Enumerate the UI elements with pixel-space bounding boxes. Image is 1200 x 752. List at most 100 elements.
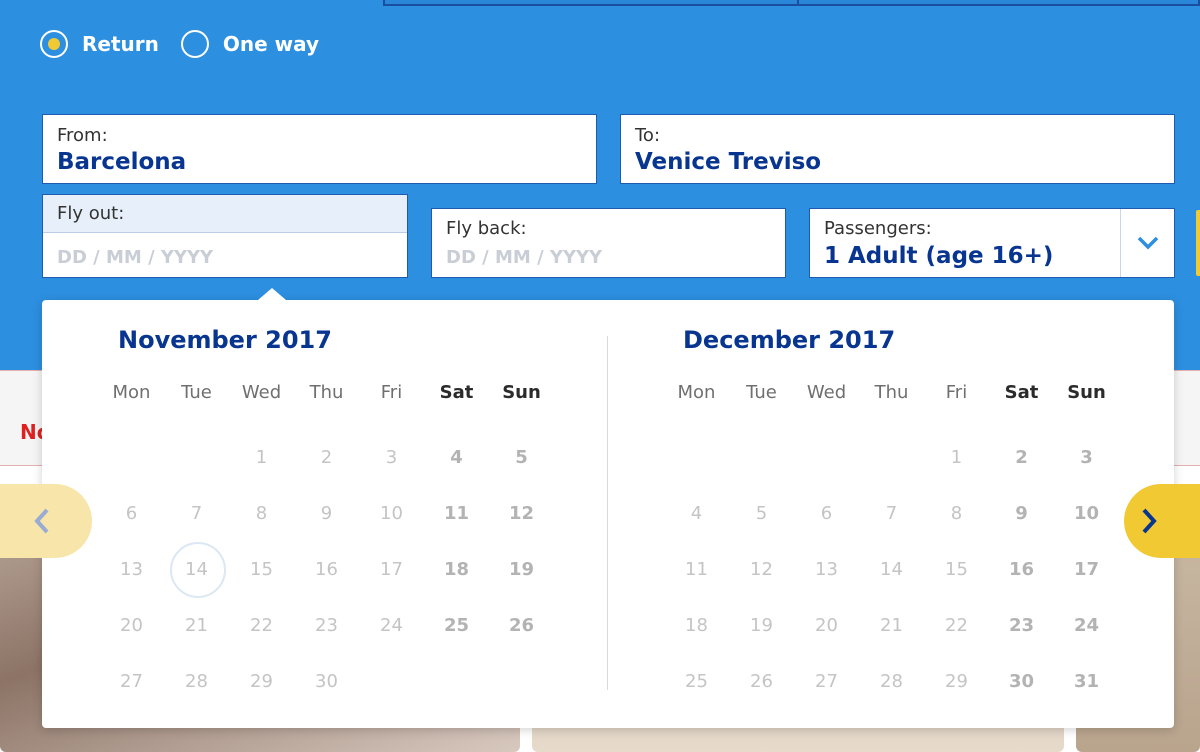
calendar-day[interactable]: 23: [989, 597, 1054, 653]
calendar-day[interactable]: 4: [424, 429, 489, 485]
month-title: November 2017: [118, 326, 332, 354]
calendar-day[interactable]: 1: [924, 429, 989, 485]
calendar-day[interactable]: 15: [924, 541, 989, 597]
calendar-day[interactable]: 24: [1054, 597, 1119, 653]
chevron-left-icon: [34, 508, 49, 534]
calendar-day[interactable]: 2: [294, 429, 359, 485]
weekday-label: Sat: [1004, 382, 1039, 403]
calendar-day[interactable]: 17: [359, 541, 424, 597]
weekday-label: Mon: [677, 382, 716, 403]
to-value[interactable]: Venice Treviso: [635, 149, 821, 175]
calendar-day[interactable]: 29: [229, 653, 294, 709]
calendar-day[interactable]: 15: [229, 541, 294, 597]
calendar-day[interactable]: 20: [99, 597, 164, 653]
calendar-day[interactable]: 27: [794, 653, 859, 709]
weekday-label: Sat: [439, 382, 474, 403]
calendar-day[interactable]: 28: [164, 653, 229, 709]
trip-type-selector: Return One way: [40, 30, 341, 58]
fly-out-input[interactable]: DD / MM / YYYY: [57, 247, 213, 268]
calendar-day[interactable]: 30: [294, 653, 359, 709]
calendar-day[interactable]: 27: [99, 653, 164, 709]
weekday-label: Wed: [241, 382, 282, 403]
calendar-day[interactable]: 3: [1054, 429, 1119, 485]
return-label: Return: [82, 32, 159, 56]
calendar-day[interactable]: 9: [989, 485, 1054, 541]
calendar-day[interactable]: 8: [229, 485, 294, 541]
calendar-day[interactable]: 28: [859, 653, 924, 709]
calendar-day[interactable]: 30: [989, 653, 1054, 709]
weekday-label: Mon: [112, 382, 151, 403]
calendar-day[interactable]: 11: [664, 541, 729, 597]
search-button-edge[interactable]: [1196, 210, 1200, 276]
previous-month-button[interactable]: [0, 484, 92, 558]
calendar-day[interactable]: 3: [359, 429, 424, 485]
calendar-day[interactable]: 12: [729, 541, 794, 597]
calendar-day[interactable]: 5: [489, 429, 554, 485]
calendar-day[interactable]: 13: [794, 541, 859, 597]
calendar-day[interactable]: 7: [859, 485, 924, 541]
radio-unchecked-icon[interactable]: [180, 30, 209, 58]
popup-pointer: [258, 288, 286, 300]
calendar-day[interactable]: 25: [664, 653, 729, 709]
passengers-dropdown-button[interactable]: [1120, 209, 1174, 277]
top-tab-bar: [383, 0, 1200, 6]
from-field[interactable]: From: Barcelona: [42, 114, 597, 184]
weekday-label: Thu: [309, 382, 344, 403]
to-field[interactable]: To: Venice Treviso: [620, 114, 1175, 184]
fly-back-input[interactable]: DD / MM / YYYY: [446, 247, 602, 268]
calendar-day[interactable]: 12: [489, 485, 554, 541]
calendar-day[interactable]: 18: [664, 597, 729, 653]
calendar-day[interactable]: 4: [664, 485, 729, 541]
calendar-day[interactable]: 8: [924, 485, 989, 541]
calendar-day[interactable]: 10: [1054, 485, 1119, 541]
calendar-day[interactable]: 5: [729, 485, 794, 541]
calendar-day[interactable]: 26: [729, 653, 794, 709]
passengers-label: Passengers:: [824, 218, 932, 239]
weekday-header: Mon Tue Wed Thu Fri Sat Sun: [664, 382, 1119, 403]
calendar-day[interactable]: 19: [729, 597, 794, 653]
return-radio[interactable]: Return: [40, 30, 159, 58]
to-label: To:: [635, 125, 661, 146]
calendar-day[interactable]: 22: [924, 597, 989, 653]
calendar-day[interactable]: 6: [794, 485, 859, 541]
passengers-field[interactable]: Passengers: 1 Adult (age 16+): [809, 208, 1175, 278]
calendar-day[interactable]: 23: [294, 597, 359, 653]
from-value[interactable]: Barcelona: [57, 149, 186, 175]
calendar-day[interactable]: 11: [424, 485, 489, 541]
weekday-label: Wed: [806, 382, 847, 403]
fly-back-field[interactable]: Fly back: DD / MM / YYYY: [431, 208, 786, 278]
radio-checked-icon[interactable]: [40, 30, 68, 58]
one-way-radio[interactable]: One way: [180, 30, 319, 58]
weekday-header: Mon Tue Wed Thu Fri Sat Sun: [99, 382, 554, 403]
calendar-day[interactable]: 21: [859, 597, 924, 653]
calendar-day[interactable]: 7: [164, 485, 229, 541]
calendar-day[interactable]: 10: [359, 485, 424, 541]
passengers-value[interactable]: 1 Adult (age 16+): [824, 243, 1053, 269]
calendar-day[interactable]: 29: [924, 653, 989, 709]
calendar-day[interactable]: 26: [489, 597, 554, 653]
calendar-day[interactable]: 20: [794, 597, 859, 653]
next-month-button[interactable]: [1124, 484, 1200, 558]
calendar-day[interactable]: 22: [229, 597, 294, 653]
calendar-day[interactable]: 17: [1054, 541, 1119, 597]
calendar-day[interactable]: 2: [989, 429, 1054, 485]
day-grid: 1 2 3 4 5 6 7 8 9 10 11 12 13 14 15 16 17 18 19 20 21 22 23 24 2…: [99, 429, 554, 709]
weekday-label: Tue: [181, 382, 212, 403]
calendar-day[interactable]: 19: [489, 541, 554, 597]
calendar-day[interactable]: 1: [229, 429, 294, 485]
calendar-day[interactable]: 31: [1054, 653, 1119, 709]
calendar-day[interactable]: 9: [294, 485, 359, 541]
calendar-day[interactable]: 16: [294, 541, 359, 597]
calendar-day[interactable]: 25: [424, 597, 489, 653]
calendar-day[interactable]: 13: [99, 541, 164, 597]
calendar-day[interactable]: 16: [989, 541, 1054, 597]
calendar-day[interactable]: 24: [359, 597, 424, 653]
weekday-label: Tue: [746, 382, 777, 403]
calendar-day[interactable]: 14: [164, 541, 229, 598]
fly-out-field[interactable]: Fly out: DD / MM / YYYY: [42, 194, 408, 278]
calendar-day[interactable]: 14: [859, 541, 924, 597]
calendar-day[interactable]: 21: [164, 597, 229, 653]
chevron-down-icon: [1137, 236, 1158, 250]
calendar-day[interactable]: 6: [99, 485, 164, 541]
calendar-day[interactable]: 18: [424, 541, 489, 597]
